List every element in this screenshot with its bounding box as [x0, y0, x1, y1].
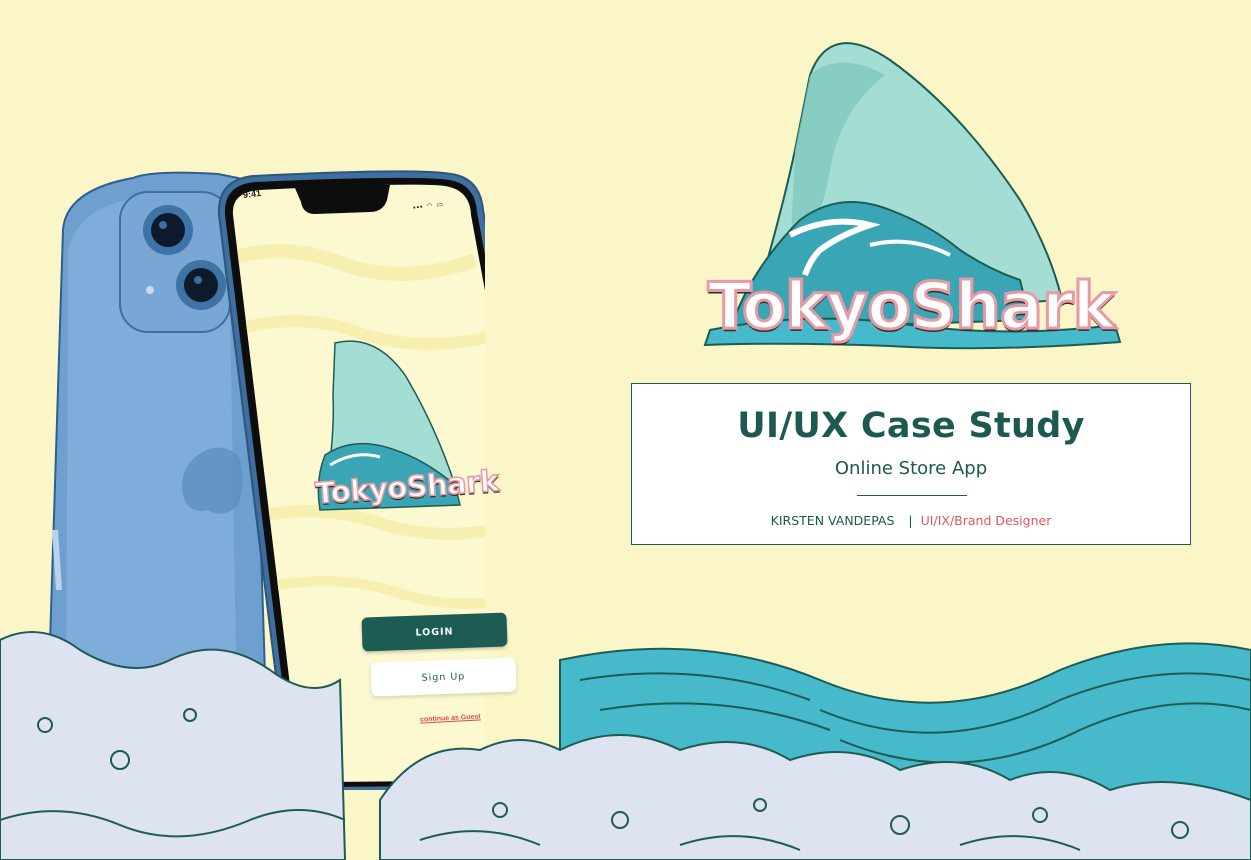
credit-separator: | [908, 513, 913, 528]
page-title: UI/UX Case Study [737, 406, 1085, 446]
author-role: UI/IX/Brand Designer [920, 513, 1052, 528]
case-study-cover: TokyoShark UI/UX Case Study Online Store… [0, 0, 1251, 860]
credits: KIRSTEN VANDEPAS | UI/IX/Brand Designer [632, 513, 1190, 528]
wave-illustration [0, 620, 1251, 860]
brand-wordmark: TokyoShark [706, 269, 1116, 346]
case-study-card: UI/UX Case Study Online Store App KIRSTE… [631, 383, 1191, 545]
page-subtitle: Online Store App [834, 458, 988, 479]
divider [857, 495, 967, 496]
author-name: KIRSTEN VANDEPAS [770, 513, 895, 528]
